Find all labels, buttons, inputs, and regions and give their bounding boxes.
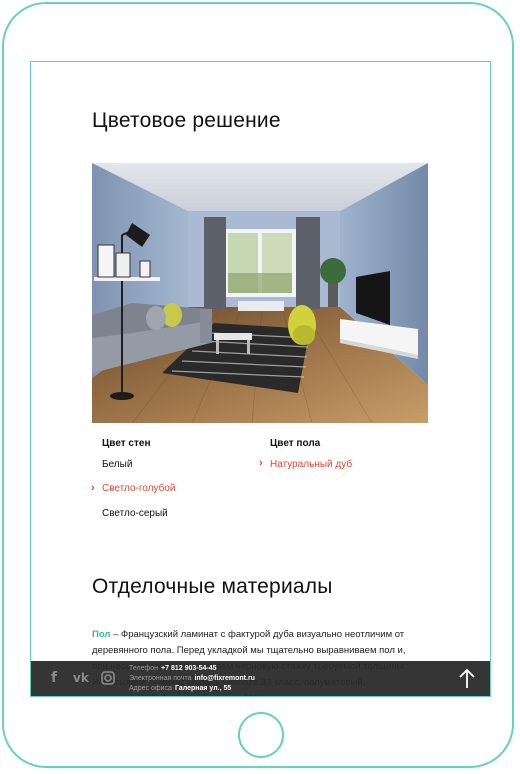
address-value: Галерная ул., 55 [174, 685, 232, 692]
interior-photo [92, 163, 428, 423]
chevron-right-icon: › [91, 482, 95, 494]
wall-color-heading: Цвет стен [102, 438, 151, 449]
footer-bar: f vk Телефон +7 812 903-54-45 Электронная… [31, 661, 490, 696]
address-label: Адрес офиса [129, 685, 172, 692]
wall-color-option[interactable]: Белый [102, 459, 132, 470]
screen: Цветовое решение Цвет стен Белый › Светл… [30, 61, 491, 697]
floor-color-option-selected[interactable]: Натуральный дуб [270, 459, 352, 470]
facebook-icon[interactable]: f [51, 670, 57, 686]
home-button[interactable] [238, 712, 284, 758]
footer-phone: Телефон +7 812 903-54-45 [129, 664, 217, 673]
floor-color-heading: Цвет пола [270, 438, 321, 449]
wall-color-option[interactable]: Светло-серый [102, 508, 168, 519]
arrow-up-icon[interactable] [457, 667, 477, 691]
email-label: Электронная почта [129, 675, 192, 682]
email-link[interactable]: info@fixremont.ru [194, 675, 255, 682]
phone-link[interactable]: +7 812 903-54-45 [161, 665, 216, 672]
wall-color-option-selected[interactable]: Светло-голубой [102, 483, 175, 494]
floor-link[interactable]: Пол [92, 629, 110, 640]
instagram-icon[interactable] [101, 671, 115, 685]
footer-email: Электронная почта info@fixremont.ru [129, 674, 255, 683]
vk-icon[interactable]: vk [73, 671, 89, 685]
chevron-right-icon: › [259, 457, 263, 469]
section-title-finishing-materials: Отделочные материалы [92, 575, 333, 598]
section-title-color-scheme: Цветовое решение [92, 109, 281, 132]
footer-address: Адрес офиса Галерная ул., 55 [129, 684, 231, 693]
phone-label: Телефон [129, 665, 159, 672]
